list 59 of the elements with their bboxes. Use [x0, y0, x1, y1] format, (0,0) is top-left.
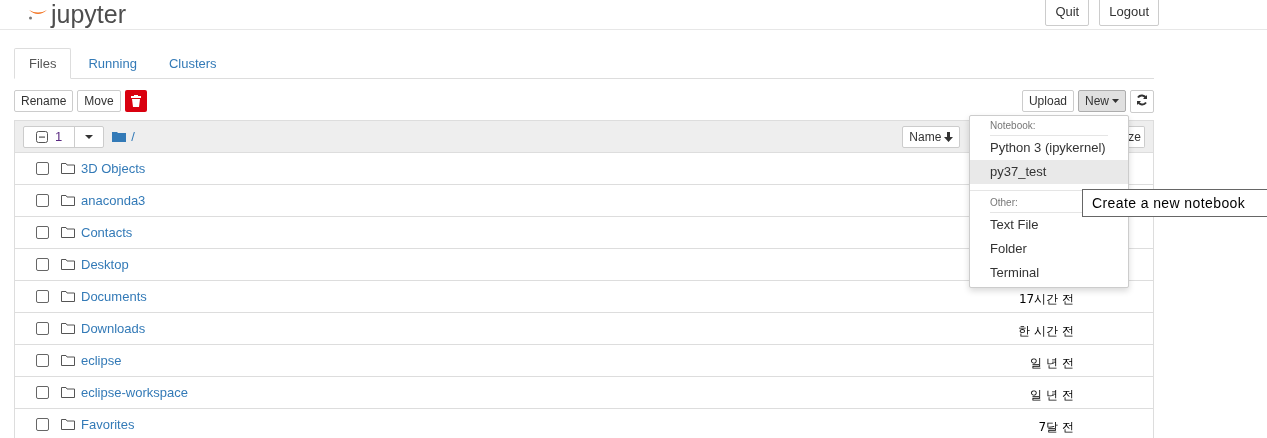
row-checkbox[interactable] — [36, 418, 49, 431]
modified-time: 7달 전 — [1038, 419, 1075, 436]
folder-icon — [61, 387, 75, 398]
folder-icon — [61, 323, 75, 334]
refresh-icon — [1136, 93, 1148, 106]
folder-icon — [61, 163, 75, 174]
row-checkbox[interactable] — [36, 258, 49, 271]
modified-time: 한 시간 전 — [1018, 323, 1075, 340]
select-all-checkbox[interactable] — [36, 130, 48, 143]
header-button[interactable]: Logout — [1099, 0, 1159, 26]
toolbar-button[interactable]: Move — [77, 90, 121, 112]
folder-icon — [61, 419, 75, 430]
tab[interactable]: Running — [73, 48, 152, 79]
folder-icon — [61, 227, 75, 238]
folder-link[interactable]: Favorites — [81, 417, 135, 432]
sort-arrow-icon — [944, 131, 954, 142]
modified-time: 일 년 전 — [1030, 387, 1075, 404]
row-checkbox[interactable] — [36, 162, 49, 175]
row-checkbox[interactable] — [36, 194, 49, 207]
row-checkbox[interactable] — [36, 290, 49, 303]
tooltip: Create a new notebook — [1082, 189, 1267, 217]
new-dropdown-button[interactable]: New — [1078, 90, 1126, 112]
path-link[interactable]: / — [131, 129, 135, 144]
row-checkbox[interactable] — [36, 226, 49, 239]
folder-link[interactable]: 3D Objects — [81, 161, 146, 176]
selected-count: 1 — [55, 129, 63, 144]
row-checkbox[interactable] — [36, 322, 49, 335]
folder-link[interactable]: eclipse-workspace — [81, 385, 188, 400]
logo-text: jupyter — [51, 1, 127, 27]
folder-link[interactable]: Downloads — [81, 321, 146, 336]
folder-icon — [61, 355, 75, 366]
upload-button[interactable]: Upload — [1021, 90, 1074, 112]
menu-heading: Notebook: — [990, 119, 1108, 136]
sort-button[interactable]: Name — [902, 125, 961, 148]
tab[interactable]: Files — [14, 48, 72, 79]
logo-icon — [28, 8, 47, 20]
folder-link[interactable]: eclipse — [81, 353, 122, 368]
header-button[interactable]: Quit — [1045, 0, 1090, 26]
menu-item[interactable]: Terminal — [970, 261, 1128, 285]
folder-icon — [61, 291, 75, 302]
trash-icon — [130, 95, 141, 107]
refresh-button[interactable] — [1130, 89, 1154, 113]
tab[interactable]: Clusters — [153, 48, 232, 79]
folder-link[interactable]: Contacts — [81, 225, 133, 240]
modified-time: 17시간 전 — [1018, 291, 1075, 308]
folder-icon — [61, 195, 75, 206]
delete-button[interactable] — [124, 90, 147, 112]
menu-item[interactable]: Folder — [970, 237, 1128, 261]
toolbar-button[interactable]: Rename — [14, 90, 74, 112]
menu-item[interactable]: py37_test — [970, 160, 1128, 184]
folder-link[interactable]: anaconda3 — [81, 193, 146, 208]
row-checkbox[interactable] — [36, 354, 49, 367]
modified-time: 일 년 전 — [1030, 355, 1075, 372]
folder-icon — [61, 259, 75, 270]
folder-icon — [112, 131, 127, 142]
caret-icon — [1112, 99, 1119, 103]
row-checkbox[interactable] — [36, 386, 49, 399]
folder-link[interactable]: Documents — [81, 289, 147, 304]
folder-link[interactable]: Desktop — [81, 257, 129, 272]
